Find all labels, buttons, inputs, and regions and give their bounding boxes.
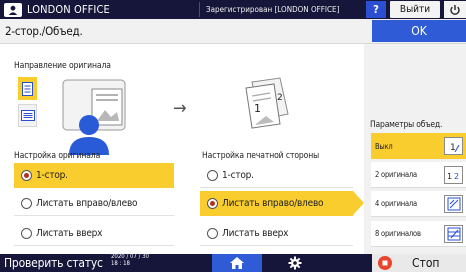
svg-text:2: 2 <box>454 172 459 181</box>
original-option-flip-lr[interactable]: Листать вправо/влево <box>14 191 174 216</box>
print-side-illustration: 1 2 <box>245 77 289 129</box>
user-title: LONDON OFFICE <box>27 3 110 16</box>
home-button[interactable] <box>212 254 262 272</box>
radio-selected-icon <box>21 170 32 181</box>
stop-button[interactable]: Стоп <box>372 254 466 272</box>
option-label: 4 оригинала <box>375 199 417 208</box>
option-label: 8 оригиналов <box>375 229 421 238</box>
option-label: Листать вверх <box>222 227 289 239</box>
selection-pointer-icon <box>353 191 364 215</box>
combine-label: Параметры объед. <box>370 120 443 130</box>
check-status-button[interactable]: Проверить статус <box>4 254 103 272</box>
combine-4-pages-icon <box>444 195 463 213</box>
bottom-bar: Проверить статус 2020 / 07 / 30 18 : 18 … <box>0 253 466 272</box>
help-button[interactable]: ? <box>366 1 386 18</box>
original-option-flip-up[interactable]: Листать вверх <box>14 221 174 246</box>
radio-selected-icon <box>207 198 218 209</box>
top-bar: LONDON OFFICE Зарегистрирован [LONDON OF… <box>0 0 466 19</box>
settings-button[interactable] <box>286 254 304 272</box>
svg-text:2: 2 <box>277 93 283 103</box>
combine-2-pages-icon: 12 <box>444 166 463 184</box>
original-option-1side[interactable]: 1-стор. <box>14 163 174 188</box>
option-label: Выкл <box>375 141 393 151</box>
svg-text:1: 1 <box>447 172 452 181</box>
radio-empty-icon <box>207 169 218 181</box>
home-icon <box>230 257 244 269</box>
orientation-portrait-button[interactable] <box>18 77 37 100</box>
print-side-label: Настройка печатной стороны <box>202 151 320 161</box>
option-label: Листать вправо/влево <box>222 198 324 209</box>
stop-icon <box>378 256 392 270</box>
portrait-page-icon <box>22 81 33 96</box>
arrow-right-icon: → <box>173 98 187 119</box>
landscape-page-icon <box>20 110 35 121</box>
user-icon <box>4 2 22 17</box>
orientation-label: Направление оригинала <box>14 61 111 71</box>
time-text: 18 : 18 <box>111 259 130 267</box>
print-option-1side[interactable]: 1-стор. <box>200 163 353 188</box>
page-title: 2-стор./Объед. <box>5 24 83 38</box>
ok-button[interactable]: OK <box>372 20 466 42</box>
gear-icon <box>288 256 302 270</box>
option-label: Листать вправо/влево <box>36 197 138 209</box>
power-button[interactable] <box>444 1 466 18</box>
combine-option-off[interactable]: Выкл 1 <box>371 133 466 159</box>
user-area: LONDON OFFICE <box>0 0 196 19</box>
radio-empty-icon <box>21 197 32 209</box>
radio-empty-icon <box>207 227 218 239</box>
date-time: 2020 / 07 / 30 18 : 18 <box>111 253 149 267</box>
combine-option-2[interactable]: 2 оригинала 12 <box>371 162 466 188</box>
svg-text:1: 1 <box>254 102 261 115</box>
power-icon <box>450 4 460 15</box>
combine-8-pages-icon <box>444 225 463 243</box>
login-status-text: Зарегистрирован [LONDON OFFICE] <box>206 5 340 14</box>
main-content: Направление оригинала → 1 2 Настройка ор… <box>0 44 364 254</box>
option-label: 2 оригинала <box>375 170 417 179</box>
print-option-flip-lr[interactable]: Листать вправо/влево <box>200 191 353 216</box>
logout-button[interactable]: Выйти <box>390 1 440 18</box>
combine-option-4[interactable]: 4 оригинала <box>371 191 466 217</box>
stop-label: Стоп <box>412 256 440 270</box>
combine-1-page-icon: 1 <box>444 137 463 155</box>
combine-option-8[interactable]: 8 оригиналов <box>371 221 466 247</box>
option-label: 1-стор. <box>36 170 68 181</box>
option-label: Листать вверх <box>36 227 103 239</box>
radio-empty-icon <box>21 227 32 239</box>
original-setting-label: Настройка оригинала <box>14 151 101 161</box>
orientation-landscape-button[interactable] <box>18 104 37 127</box>
print-option-flip-up[interactable]: Листать вверх <box>200 221 353 246</box>
header: 2-стор./Объед. OK <box>0 19 466 44</box>
svg-text:1: 1 <box>450 143 456 153</box>
option-label: 1-стор. <box>222 169 254 181</box>
original-orientation-illustration <box>62 79 126 155</box>
combine-panel: Параметры объед. Выкл 1 2 оригинала 12 4… <box>364 44 466 254</box>
